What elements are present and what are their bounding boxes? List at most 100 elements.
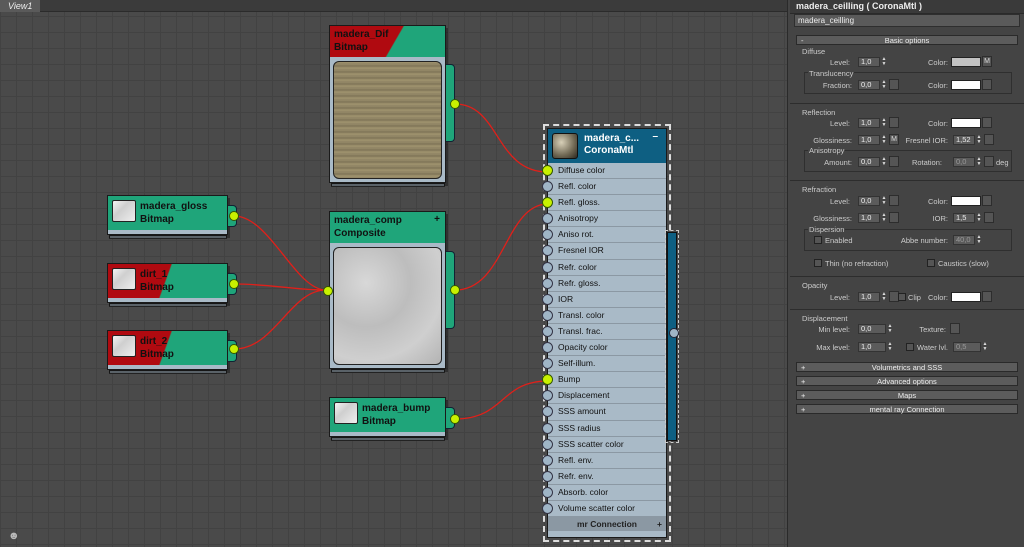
spinner[interactable]: ▲ ▼ <box>881 292 887 302</box>
rollout-maps[interactable]: + Maps <box>796 390 1018 400</box>
mr-connection-rollout[interactable]: mr Connection + <box>548 517 666 532</box>
expand-icon[interactable]: + <box>801 405 805 414</box>
refraction-color-swatch[interactable] <box>951 196 981 206</box>
slot-volume-scatter-color[interactable]: Volume scatter color <box>542 501 666 518</box>
spinner[interactable]: ▲ ▼ <box>881 213 887 223</box>
node-editor-viewport[interactable]: View1 madera_Dif Bitmap madera_gloss Bit… <box>0 0 788 547</box>
slot-bump[interactable]: Bump <box>542 372 666 389</box>
dispersion-enabled-checkbox[interactable] <box>814 236 822 244</box>
expand-icon[interactable]: + <box>657 517 662 531</box>
input-port[interactable] <box>542 374 553 386</box>
output-port[interactable] <box>450 285 460 295</box>
aniso-amount-field[interactable]: 0,0 <box>858 157 880 167</box>
material-name-field[interactable]: madera_ceilling <box>794 14 1020 27</box>
slot-displacement[interactable]: Displacement <box>542 388 666 405</box>
abbe-number-field[interactable]: 40,0 <box>953 235 975 245</box>
fresnel-map-button[interactable] <box>984 134 994 145</box>
opacity-map-button[interactable] <box>982 291 992 302</box>
slot-refl-env[interactable]: Refl. env. <box>542 453 666 469</box>
aniso-rotation-field[interactable]: 0,0 <box>953 157 975 167</box>
spinner[interactable]: ▲ ▼ <box>881 196 887 206</box>
input-port[interactable] <box>542 181 553 193</box>
input-port[interactable] <box>542 245 553 257</box>
slot-absorb-color[interactable]: Absorb. color <box>542 485 666 501</box>
refraction-gloss-map-button[interactable] <box>889 212 899 223</box>
input-port[interactable] <box>542 342 553 354</box>
rollout-mental-ray-connection[interactable]: + mental ray Connection <box>796 404 1018 414</box>
rollout-advanced-options[interactable]: + Advanced options <box>796 376 1018 386</box>
output-port[interactable] <box>450 99 460 109</box>
collapse-icon[interactable]: - <box>801 36 804 45</box>
spinner[interactable]: ▲ ▼ <box>976 157 982 167</box>
reflection-level-field[interactable]: 1,0 <box>858 118 880 128</box>
slot-sss-amount[interactable]: SSS amount <box>542 404 666 421</box>
disp-max-field[interactable]: 1,0 <box>858 342 886 352</box>
input-port[interactable] <box>542 325 553 337</box>
slot-fresnel-ior[interactable]: Fresnel IOR <box>542 243 666 260</box>
output-port[interactable] <box>229 279 239 289</box>
translucency-color-swatch[interactable] <box>951 80 981 90</box>
expand-icon[interactable]: + <box>801 363 805 372</box>
slot-refr-gloss[interactable]: Refr. gloss. <box>542 276 666 292</box>
node-dirt-2[interactable]: dirt_2 Bitmap <box>107 330 228 370</box>
expand-icon[interactable]: + <box>434 213 440 226</box>
input-port[interactable] <box>542 229 553 241</box>
input-port[interactable] <box>542 213 553 225</box>
refraction-map-button[interactable] <box>982 195 992 206</box>
input-port[interactable] <box>542 165 553 176</box>
input-port[interactable] <box>323 286 333 296</box>
input-port[interactable] <box>542 293 553 305</box>
input-port[interactable] <box>542 470 553 482</box>
node-madera-dif[interactable]: madera_Dif Bitmap <box>329 25 446 183</box>
node-madera-bump[interactable]: madera_bump Bitmap <box>329 397 446 437</box>
input-port[interactable] <box>542 438 553 450</box>
node-madera-comp[interactable]: madera_comp Composite + <box>323 211 446 369</box>
spinner[interactable]: ▲ ▼ <box>881 157 887 167</box>
reflection-map-button[interactable] <box>982 117 992 128</box>
diffuse-color-swatch[interactable] <box>951 57 981 67</box>
slot-anisotropy[interactable]: Anisotropy <box>542 211 666 228</box>
binoculars-icon[interactable]: ☻ <box>8 531 20 542</box>
fraction-map-button[interactable] <box>889 79 899 90</box>
slot-refl-gloss[interactable]: Refl. gloss. <box>542 195 666 212</box>
aniso-rotation-map-button[interactable] <box>984 156 994 167</box>
output-port[interactable] <box>229 211 239 221</box>
node-corona-mtl[interactable]: madera_c... CoronaMtl – Diffuse color Ref… <box>542 124 671 542</box>
refraction-ior-field[interactable]: 1,5 <box>953 213 975 223</box>
output-port[interactable] <box>669 328 679 338</box>
spinner[interactable]: ▲ ▼ <box>887 324 893 334</box>
fresnel-ior-field[interactable]: 1,52 <box>953 135 975 145</box>
refraction-level-map-button[interactable] <box>889 195 899 206</box>
slot-ior[interactable]: IOR <box>542 292 666 308</box>
spinner[interactable]: ▲ ▼ <box>881 118 887 128</box>
input-port[interactable] <box>542 277 553 289</box>
node-madera-gloss[interactable]: madera_gloss Bitmap <box>107 195 228 235</box>
spinner[interactable]: ▲ ▼ <box>881 80 887 90</box>
reflection-color-swatch[interactable] <box>951 118 981 128</box>
input-port[interactable] <box>542 197 553 209</box>
spinner[interactable]: ▲ ▼ <box>881 57 887 67</box>
slot-transl-color[interactable]: Transl. color <box>542 308 666 324</box>
refraction-level-field[interactable]: 0,0 <box>858 196 880 206</box>
aniso-amount-map-button[interactable] <box>889 156 899 167</box>
slot-refr-env[interactable]: Refr. env. <box>542 469 666 485</box>
spinner[interactable]: ▲ ▼ <box>976 235 982 245</box>
thin-checkbox[interactable] <box>814 259 822 267</box>
diffuse-level-field[interactable]: 1,0 <box>858 57 880 67</box>
slot-refr-color[interactable]: Refr. color <box>542 260 666 276</box>
slot-opacity-color[interactable]: Opacity color <box>542 340 666 357</box>
refraction-gloss-field[interactable]: 1,0 <box>858 213 880 223</box>
output-port[interactable] <box>450 414 460 424</box>
refraction-ior-map-button[interactable] <box>984 212 994 223</box>
reflection-level-map-button[interactable] <box>889 117 899 128</box>
slot-sss-scatter-color[interactable]: SSS scatter color <box>542 437 666 453</box>
node-dirt-1[interactable]: dirt_1 Bitmap <box>107 263 228 303</box>
water-level-field[interactable]: 0,5 <box>953 342 981 352</box>
spinner[interactable]: ▲ ▼ <box>881 135 887 145</box>
spinner[interactable]: ▲ ▼ <box>976 135 982 145</box>
input-port[interactable] <box>542 486 553 498</box>
rollout-volumetrics-and-sss[interactable]: + Volumetrics and SSS <box>796 362 1018 372</box>
collapse-icon[interactable]: – <box>652 131 658 143</box>
disp-texture-button[interactable] <box>950 323 960 334</box>
slot-aniso-rot[interactable]: Aniso rot. <box>542 227 666 244</box>
